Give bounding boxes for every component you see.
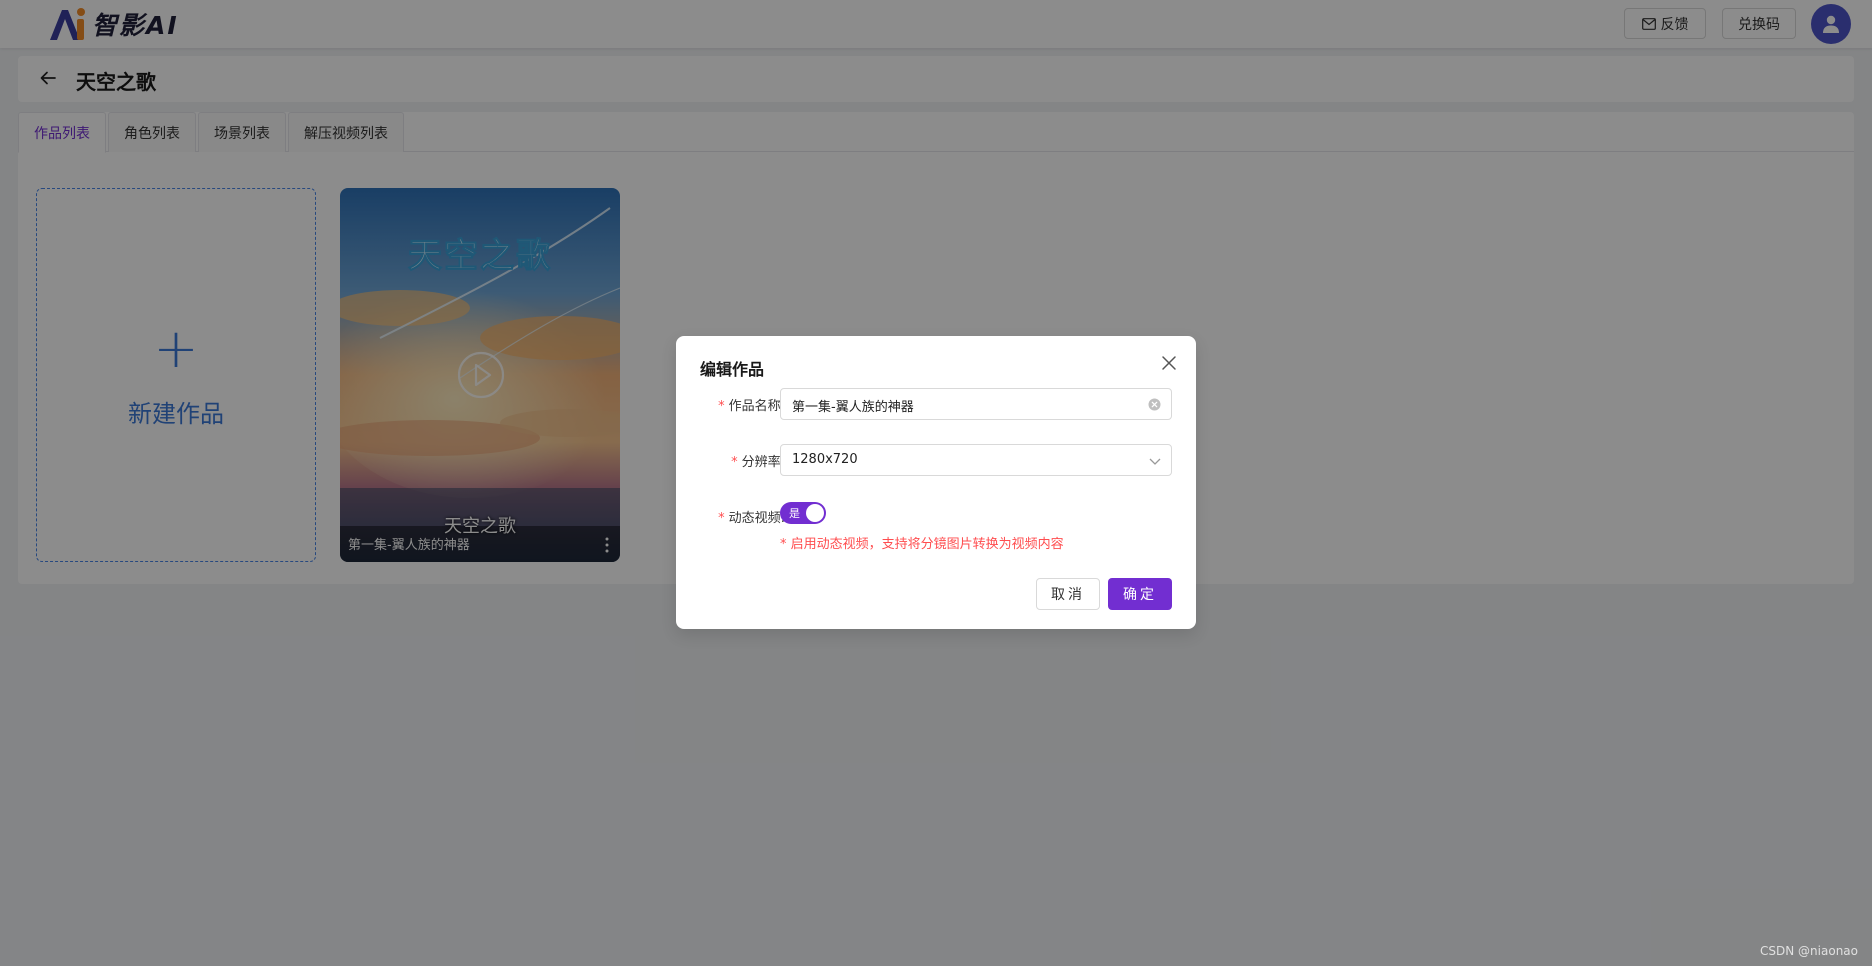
resolution-value: 1280x720	[792, 452, 858, 467]
cancel-button[interactable]: 取消	[1036, 578, 1100, 610]
edit-work-dialog: 编辑作品 * 作品名称: 第一集-翼人族的神器 * 分辨率: 1280x720 * 动…	[676, 336, 1196, 629]
required-mark: *	[718, 511, 725, 526]
name-label: * 作品名称:	[718, 395, 785, 414]
form-row-dynamic-video: * 动态视频: 是	[676, 500, 1196, 532]
required-mark: *	[718, 399, 725, 414]
toggle-knob	[806, 504, 824, 522]
clear-icon[interactable]	[1148, 398, 1161, 411]
toggle-on-label: 是	[789, 507, 800, 520]
form-row-name: * 作品名称: 第一集-翼人族的神器	[676, 388, 1196, 420]
chevron-down-icon	[1149, 458, 1161, 465]
resolution-label: * 分辨率:	[731, 451, 785, 470]
close-icon[interactable]	[1160, 354, 1178, 372]
resolution-select[interactable]: 1280x720	[780, 444, 1172, 476]
dialog-title: 编辑作品	[700, 360, 765, 379]
watermark: CSDN @niaonao	[1760, 944, 1858, 958]
work-name-input[interactable]: 第一集-翼人族的神器	[780, 388, 1172, 420]
name-label-text: 作品名称:	[728, 399, 785, 414]
dynamic-video-hint: * 启用动态视频，支持将分镜图片转换为视频内容	[780, 537, 1064, 552]
required-mark: *	[731, 455, 738, 470]
form-row-resolution: * 分辨率: 1280x720	[676, 444, 1196, 476]
dynamic-video-label: * 动态视频:	[718, 507, 785, 526]
confirm-button[interactable]: 确定	[1108, 578, 1172, 610]
resolution-label-text: 分辨率:	[741, 455, 785, 470]
dynamic-video-toggle[interactable]: 是	[780, 502, 826, 524]
work-name-value: 第一集-翼人族的神器	[792, 400, 914, 415]
dynamic-video-label-text: 动态视频:	[728, 511, 785, 526]
